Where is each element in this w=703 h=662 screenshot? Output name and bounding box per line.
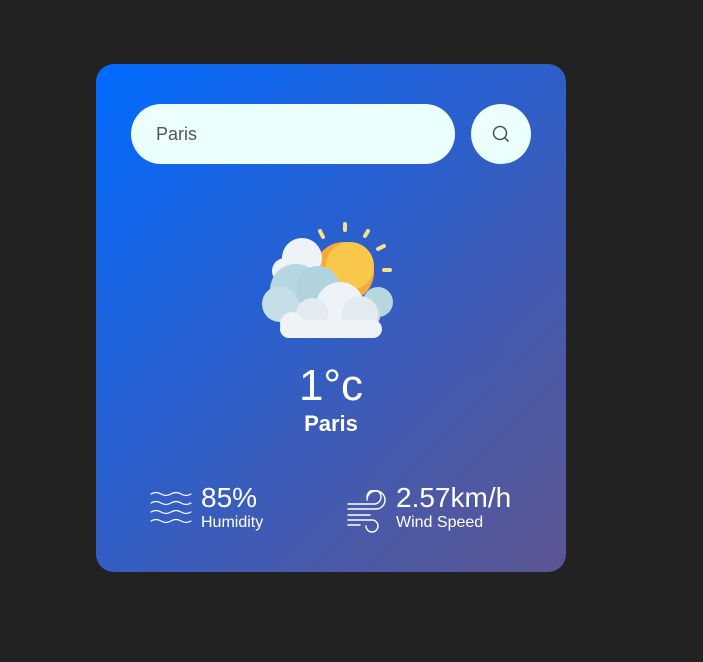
- search-button[interactable]: [471, 104, 531, 164]
- partly-cloudy-icon: [260, 216, 402, 342]
- wind-value: 2.57km/h: [396, 482, 512, 513]
- search-icon: [491, 124, 511, 144]
- weather-card: 1°c Paris 85% Humidity 2.57km/h Wind Spe…: [96, 64, 566, 572]
- temperature: 1°c: [298, 361, 364, 410]
- city-name: Paris: [304, 411, 358, 436]
- humidity-label: Humidity: [201, 514, 264, 531]
- humidity-value: 85%: [201, 482, 258, 513]
- city-search-input[interactable]: [131, 104, 455, 164]
- search-bar: [131, 104, 531, 164]
- wind-label: Wind Speed: [396, 514, 484, 531]
